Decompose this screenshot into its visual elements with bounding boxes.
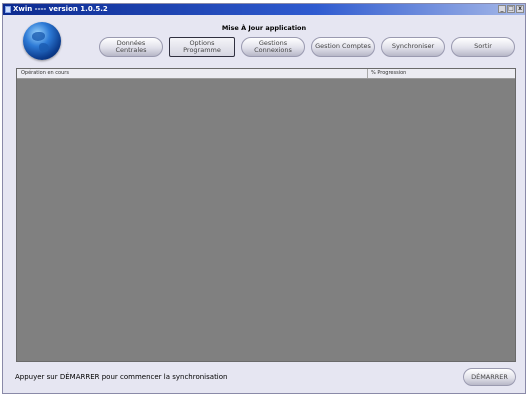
restore-button[interactable]: □ bbox=[507, 5, 515, 13]
app-window: Xwin ---- version 1.0.5.2 _ □ x Mise À J… bbox=[2, 3, 526, 394]
column-header-progress[interactable]: % Progression bbox=[367, 69, 406, 78]
minimize-button[interactable]: _ bbox=[498, 5, 506, 13]
options-programme-button[interactable]: Options Programme bbox=[169, 37, 235, 57]
button-label: Programme bbox=[183, 46, 221, 54]
button-label: Synchroniser bbox=[391, 42, 435, 51]
gestions-connexions-button[interactable]: Gestions Connexions bbox=[241, 37, 305, 57]
donnees-centrales-button[interactable]: Données Centrales bbox=[99, 37, 163, 57]
button-label: Centrales bbox=[115, 46, 147, 54]
button-label: Connexions bbox=[254, 46, 292, 54]
close-button[interactable]: x bbox=[516, 5, 524, 13]
operations-list[interactable]: Opération en cours % Progression bbox=[16, 68, 516, 362]
start-button[interactable]: DÉMARRER bbox=[463, 368, 516, 386]
button-label: Sortir bbox=[474, 42, 492, 51]
button-label: Gestion Comptes bbox=[315, 42, 371, 51]
page-title: Mise À Jour application bbox=[221, 24, 307, 32]
window-controls: _ □ x bbox=[498, 5, 524, 13]
gestion-comptes-button[interactable]: Gestion Comptes bbox=[311, 37, 375, 57]
main-toolbar: Données Centrales Options Programme Gestio… bbox=[3, 37, 525, 59]
window-title: Xwin ---- version 1.0.5.2 bbox=[13, 5, 108, 13]
synchroniser-button[interactable]: Synchroniser bbox=[381, 37, 445, 57]
status-text: Appuyer sur DÉMARRER pour commencer la s… bbox=[15, 373, 228, 381]
column-header-operation[interactable]: Opération en cours bbox=[21, 69, 69, 78]
sortir-button[interactable]: Sortir bbox=[451, 37, 515, 57]
list-header: Opération en cours % Progression bbox=[17, 69, 515, 79]
app-icon bbox=[5, 6, 11, 13]
title-bar[interactable]: Xwin ---- version 1.0.5.2 _ □ x bbox=[3, 4, 525, 15]
